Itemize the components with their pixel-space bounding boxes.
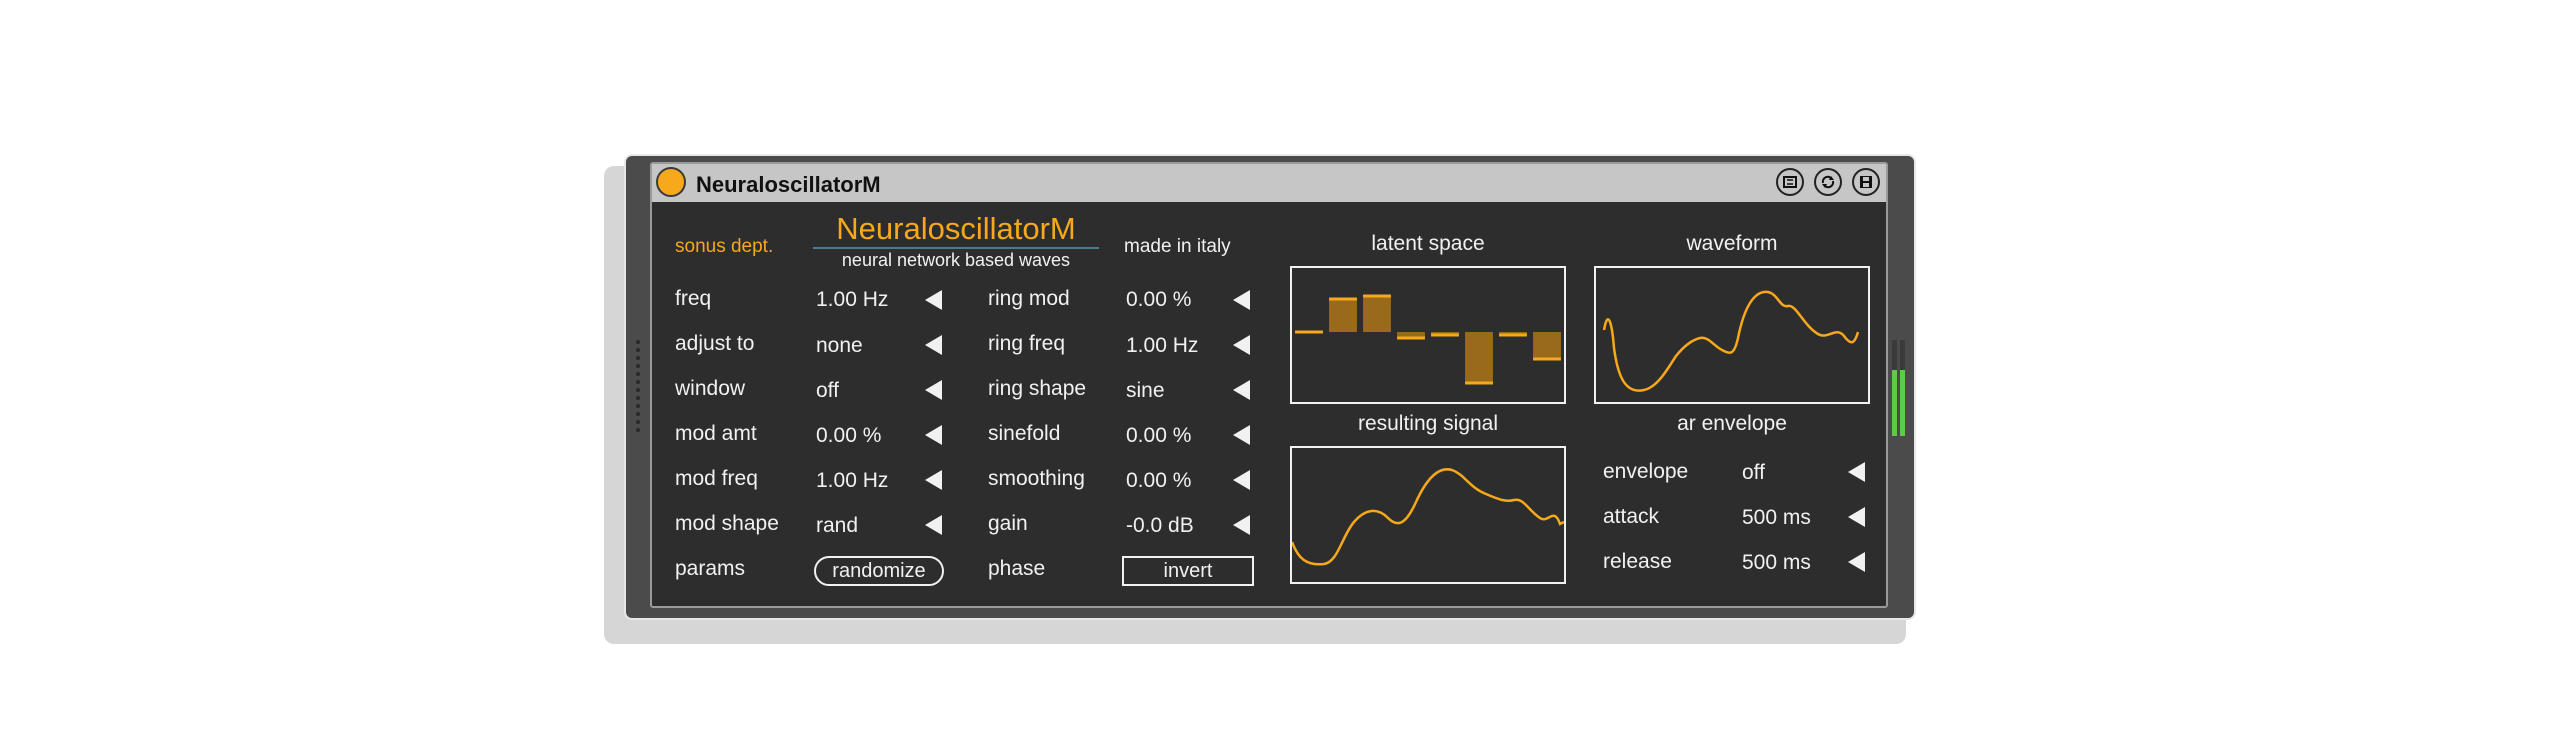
latent-bar-cap xyxy=(1499,333,1527,337)
waveform-curve xyxy=(1602,290,1860,392)
arrow-left-icon[interactable] xyxy=(1848,462,1865,482)
latent-bar[interactable] xyxy=(1533,332,1561,359)
arrow-left-icon[interactable] xyxy=(925,515,942,535)
hotswap-icon[interactable] xyxy=(1776,168,1804,196)
waveform-display xyxy=(1594,266,1870,404)
param-value-window[interactable]: off xyxy=(816,379,839,403)
latent-bar-cap xyxy=(1465,381,1493,385)
param-value-ring-mod[interactable]: 0.00 % xyxy=(1126,288,1191,312)
param-label-mod-freq: mod freq xyxy=(675,467,758,490)
param-label-sinefold: sinefold xyxy=(988,422,1061,445)
resulting-signal-title: resulting signal xyxy=(1357,412,1499,435)
phase-label: phase xyxy=(988,557,1046,580)
arrow-left-icon[interactable] xyxy=(1848,507,1865,527)
arrow-left-icon[interactable] xyxy=(925,290,942,310)
latent-bar-cap xyxy=(1329,297,1357,301)
params-label: params xyxy=(675,557,746,580)
param-label-ring-freq: ring freq xyxy=(988,332,1066,355)
invert-button[interactable]: invert xyxy=(1122,556,1254,586)
latent-bar-cap xyxy=(1431,333,1459,337)
param-label-mod-amt: mod amt xyxy=(675,422,757,445)
brand-subtitle: neural network based waves xyxy=(841,250,1071,270)
waveform-title: waveform xyxy=(1686,232,1778,255)
arrow-left-icon[interactable] xyxy=(1233,425,1250,445)
param-label-ring-shape: ring shape xyxy=(988,377,1087,400)
arrow-left-icon[interactable] xyxy=(925,380,942,400)
power-icon[interactable] xyxy=(656,167,686,197)
save-icon[interactable] xyxy=(1852,168,1880,196)
param-value-ring-freq[interactable]: 1.00 Hz xyxy=(1126,334,1198,358)
resulting-signal-display xyxy=(1290,446,1566,584)
origin-label: made in italy xyxy=(1124,236,1231,257)
param-value-ring-shape[interactable]: sine xyxy=(1126,379,1165,403)
latent-bar-cap xyxy=(1363,294,1391,298)
attack-value[interactable]: 500 ms xyxy=(1742,506,1811,530)
randomize-button[interactable]: randomize xyxy=(814,556,944,586)
attack-label: attack xyxy=(1603,505,1660,528)
arrow-left-icon[interactable] xyxy=(925,425,942,445)
arrow-left-icon[interactable] xyxy=(1233,380,1250,400)
drag-grip[interactable] xyxy=(634,338,642,434)
arrow-left-icon[interactable] xyxy=(1848,552,1865,572)
ar-envelope-title: ar envelope xyxy=(1677,412,1787,435)
param-value-smoothing[interactable]: 0.00 % xyxy=(1126,469,1191,493)
latent-bars xyxy=(1295,294,1561,385)
latent-bar-cap xyxy=(1295,330,1323,334)
arrow-left-icon[interactable] xyxy=(925,470,942,490)
maker-label: sonus dept. xyxy=(675,236,774,257)
release-label: release xyxy=(1603,550,1672,573)
device-title: NeuraloscillatorM xyxy=(696,172,881,197)
param-label-window: window xyxy=(675,377,746,400)
latent-space-title: latent space xyxy=(1371,232,1485,255)
latent-bar-cap xyxy=(1397,336,1425,340)
param-label-gain: gain xyxy=(988,512,1028,535)
refresh-icon[interactable] xyxy=(1814,168,1842,196)
param-label-smoothing: smoothing xyxy=(988,467,1085,490)
envelope-value[interactable]: off xyxy=(1742,461,1765,485)
latent-bar[interactable] xyxy=(1329,299,1357,332)
signal-curve xyxy=(1292,468,1564,566)
arrow-left-icon[interactable] xyxy=(1233,515,1250,535)
latent-bar-cap xyxy=(1533,357,1561,361)
latent-space-display[interactable] xyxy=(1290,266,1566,404)
param-value-freq[interactable]: 1.00 Hz xyxy=(816,288,888,312)
brand-title: NeuraloscillatorM xyxy=(813,211,1099,249)
param-label-mod-shape: mod shape xyxy=(675,512,779,535)
param-value-adjust-to[interactable]: none xyxy=(816,334,863,358)
arrow-left-icon[interactable] xyxy=(1233,470,1250,490)
param-value-sinefold[interactable]: 0.00 % xyxy=(1126,424,1191,448)
param-value-mod-freq[interactable]: 1.00 Hz xyxy=(816,469,888,493)
output-meter xyxy=(1892,340,1908,436)
arrow-left-icon[interactable] xyxy=(1233,290,1250,310)
param-label-ring-mod: ring mod xyxy=(988,287,1070,310)
param-label-freq: freq xyxy=(675,287,712,310)
param-value-gain[interactable]: -0.0 dB xyxy=(1126,514,1194,538)
envelope-label: envelope xyxy=(1603,460,1689,483)
latent-bar[interactable] xyxy=(1465,332,1493,383)
arrow-left-icon[interactable] xyxy=(1233,335,1250,355)
param-label-adjust-to: adjust to xyxy=(675,332,755,355)
latent-bar[interactable] xyxy=(1363,296,1391,332)
arrow-left-icon[interactable] xyxy=(925,335,942,355)
param-value-mod-shape[interactable]: rand xyxy=(816,514,858,538)
release-value[interactable]: 500 ms xyxy=(1742,551,1811,575)
param-value-mod-amt[interactable]: 0.00 % xyxy=(816,424,881,448)
